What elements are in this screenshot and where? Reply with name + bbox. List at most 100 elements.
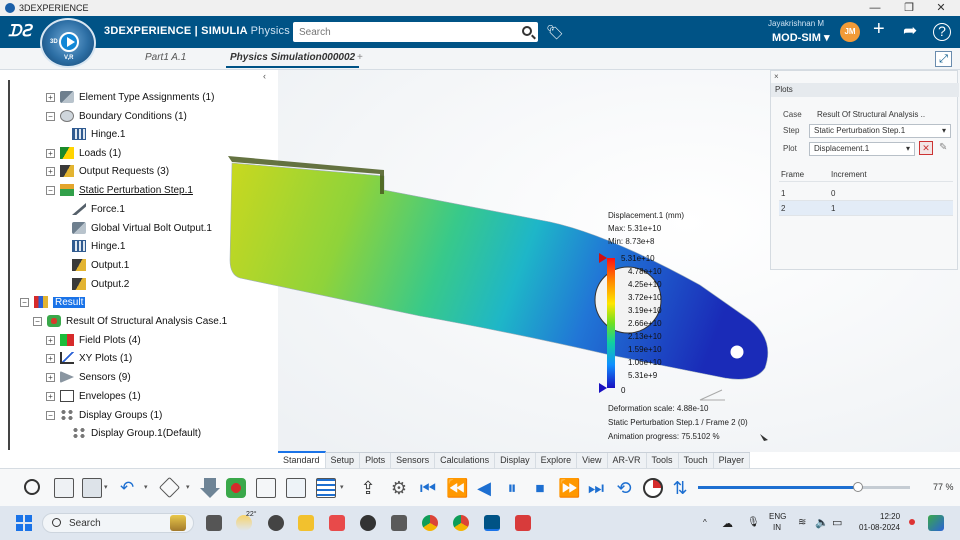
edit-plot-icon[interactable]: ✎ bbox=[939, 142, 947, 153]
expand-toggle[interactable]: + bbox=[46, 391, 55, 401]
copy-icon[interactable] bbox=[54, 478, 74, 498]
close-button[interactable]: ✕ bbox=[926, 0, 956, 16]
play-reverse-icon[interactable]: ◀ bbox=[474, 478, 494, 498]
share-icon[interactable]: ➦ bbox=[903, 21, 917, 41]
first-frame-icon[interactable]: ⏮ bbox=[418, 478, 438, 498]
screen-recorder-icon[interactable] bbox=[515, 515, 531, 531]
last-frame-icon[interactable]: ⏭ bbox=[586, 478, 606, 498]
region-label[interactable]: IN bbox=[773, 523, 781, 532]
tab-standard[interactable]: Standard bbox=[278, 451, 326, 468]
loop-icon[interactable]: ⟲ bbox=[614, 478, 634, 498]
onedrive-icon[interactable]: ☁ bbox=[722, 517, 733, 530]
tab-plots[interactable]: Plots bbox=[360, 453, 392, 468]
file-explorer-icon[interactable] bbox=[298, 515, 314, 531]
settings-icon[interactable] bbox=[268, 515, 284, 531]
paste-icon[interactable] bbox=[82, 478, 102, 498]
plot-settings-icon[interactable]: ✕ bbox=[919, 141, 933, 155]
language-label[interactable]: ENG bbox=[769, 512, 786, 521]
search-icon[interactable] bbox=[522, 26, 532, 36]
expand-toggle[interactable]: + bbox=[46, 92, 55, 102]
clock-date[interactable]: 01-08-2024 bbox=[859, 523, 900, 532]
result-plot-icon[interactable] bbox=[226, 478, 246, 498]
tray-chevron-icon[interactable]: ^ bbox=[703, 518, 707, 527]
undo-caret-icon[interactable]: ▾ bbox=[144, 483, 148, 491]
collapse-toggle[interactable]: − bbox=[46, 185, 55, 195]
media-player-icon[interactable] bbox=[360, 515, 376, 531]
search-box[interactable] bbox=[293, 22, 538, 42]
tab-view[interactable]: View bbox=[577, 453, 608, 468]
speed-gauge-icon[interactable] bbox=[643, 478, 663, 498]
expand-toggle[interactable]: + bbox=[46, 148, 55, 158]
list-icon[interactable] bbox=[316, 478, 336, 498]
tab-part1[interactable]: Part1 A.1 bbox=[145, 52, 186, 63]
chrome-icon[interactable] bbox=[422, 515, 438, 531]
clock-time[interactable]: 12:20 bbox=[880, 512, 900, 521]
collapse-toggle[interactable]: − bbox=[20, 297, 29, 307]
tree-node[interactable]: − Display Groups (1) bbox=[46, 407, 162, 423]
import-icon[interactable] bbox=[200, 478, 220, 498]
tree-node[interactable]: − Result Of Structural Analysis Case.1 bbox=[33, 313, 227, 329]
help-icon[interactable]: ? bbox=[933, 23, 951, 41]
tree-node[interactable]: + Loads (1) bbox=[46, 145, 121, 161]
task-view-icon[interactable] bbox=[206, 515, 222, 531]
table-row-selected[interactable]: 2 1 bbox=[779, 201, 953, 216]
tree-node[interactable]: + Envelopes (1) bbox=[46, 388, 141, 404]
tree-node[interactable]: + Element Type Assignments (1) bbox=[46, 89, 214, 105]
wifi-icon[interactable]: ≋ bbox=[798, 517, 806, 528]
expand-toggle[interactable]: + bbox=[46, 372, 55, 382]
tag-icon[interactable]: 🏷 bbox=[546, 24, 564, 41]
close-panel-icon[interactable]: × bbox=[774, 72, 779, 81]
maximize-button[interactable]: ❐ bbox=[894, 0, 924, 16]
notification-badge-icon[interactable] bbox=[909, 519, 915, 525]
tree-node[interactable]: + XY Plots (1) bbox=[46, 350, 132, 366]
tree-node[interactable]: + Sensors (9) bbox=[46, 369, 131, 385]
step-forward-icon[interactable]: ⏩ bbox=[558, 478, 580, 498]
tab-setup[interactable]: Setup bbox=[326, 453, 361, 468]
tree-node[interactable]: Hinge.1 bbox=[72, 126, 125, 142]
selection-caret-icon[interactable]: ▾ bbox=[186, 483, 190, 491]
tab-sensors[interactable]: Sensors bbox=[391, 453, 436, 468]
up-down-icon[interactable]: ⇅ bbox=[670, 478, 690, 498]
tree-node[interactable]: Output.1 bbox=[72, 257, 129, 273]
expand-view-icon[interactable]: ⤢ bbox=[935, 51, 952, 67]
tab-calculations[interactable]: Calculations bbox=[435, 453, 496, 468]
tab-physics-simulation[interactable]: Physics Simulation000002 bbox=[225, 52, 360, 68]
news-widget-icon[interactable] bbox=[170, 515, 186, 531]
battery-icon[interactable]: ▭ bbox=[832, 516, 842, 529]
compass-play-icon[interactable] bbox=[59, 32, 79, 52]
tree-node[interactable]: Global Virtual Bolt Output.1 bbox=[72, 220, 212, 236]
collapse-toggle[interactable]: − bbox=[33, 316, 42, 326]
tab-touch[interactable]: Touch bbox=[679, 453, 714, 468]
export-icon[interactable]: ⇪ bbox=[358, 478, 378, 498]
tab-player[interactable]: Player bbox=[714, 453, 751, 468]
tab-tools[interactable]: Tools bbox=[647, 453, 679, 468]
display-settings-icon[interactable] bbox=[256, 478, 276, 498]
zoom-icon[interactable] bbox=[24, 479, 40, 495]
settings-gear-icon[interactable]: ⚙ bbox=[389, 478, 409, 498]
windows-start-icon[interactable] bbox=[16, 515, 32, 531]
tree-node[interactable]: − Boundary Conditions (1) bbox=[46, 108, 187, 124]
ds-logo-icon[interactable]: ᗪꙄ bbox=[8, 21, 31, 41]
undo-icon[interactable]: ↶ bbox=[120, 478, 140, 498]
copilot-icon[interactable] bbox=[928, 515, 944, 531]
tree-node[interactable]: Output.2 bbox=[72, 276, 129, 292]
pause-icon[interactable]: ⏸ bbox=[502, 478, 522, 498]
avatar[interactable]: JM bbox=[840, 22, 860, 42]
tree-node[interactable]: − Result bbox=[20, 294, 86, 310]
animation-slider-thumb[interactable] bbox=[853, 482, 864, 492]
tab-ar-vr[interactable]: AR-VR bbox=[608, 453, 647, 468]
monitor-icon[interactable] bbox=[286, 478, 306, 498]
collapse-toggle[interactable]: − bbox=[46, 410, 55, 420]
animation-slider[interactable] bbox=[698, 482, 910, 492]
role-selector[interactable]: MOD-SIM ▾ bbox=[772, 31, 829, 44]
expand-toggle[interactable]: + bbox=[46, 166, 55, 176]
paste-caret-icon[interactable]: ▾ bbox=[104, 483, 108, 491]
collapse-toggle[interactable]: − bbox=[46, 111, 55, 121]
list-caret-icon[interactable]: ▾ bbox=[340, 483, 344, 491]
tab-display[interactable]: Display bbox=[495, 453, 536, 468]
chrome-profile-icon[interactable] bbox=[453, 515, 469, 531]
volume-icon[interactable]: 🔈 bbox=[815, 516, 829, 529]
plot-select[interactable]: Displacement.1 bbox=[809, 142, 915, 156]
tab-explore[interactable]: Explore bbox=[536, 453, 578, 468]
expand-toggle[interactable]: + bbox=[46, 335, 55, 345]
